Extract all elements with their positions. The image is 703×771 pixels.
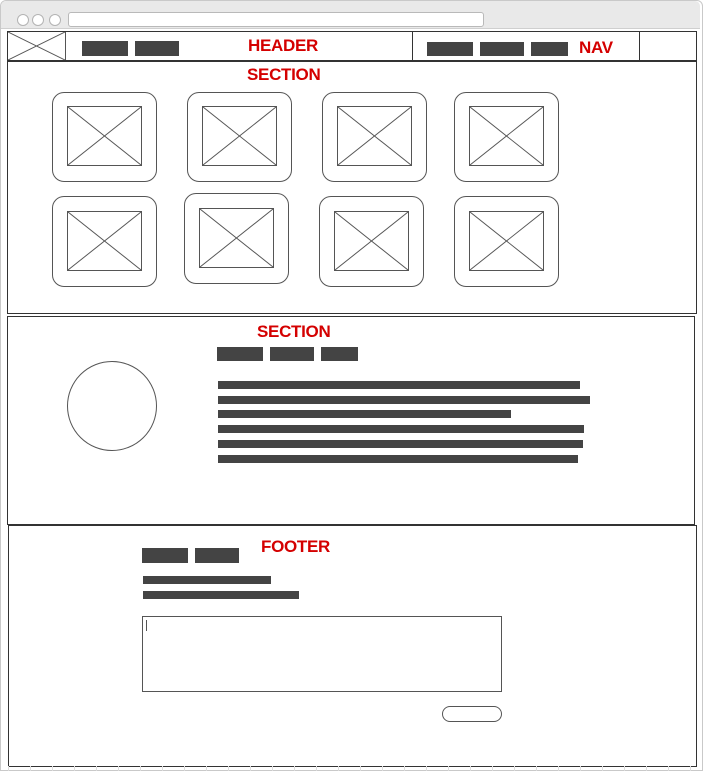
logo-placeholder-icon [8, 32, 66, 60]
image-placeholder-icon [199, 208, 274, 268]
text-line [218, 381, 580, 389]
footer-text-line [143, 576, 271, 584]
header-link-1[interactable] [82, 41, 128, 56]
footer-annotation: FOOTER [261, 537, 331, 556]
message-textarea[interactable] [142, 616, 502, 692]
image-placeholder-icon [202, 106, 277, 166]
footer-link-2[interactable] [195, 548, 239, 563]
profile-section-annotation: SECTION [257, 322, 331, 341]
submit-button[interactable] [442, 706, 502, 722]
image-placeholder-icon [469, 106, 544, 166]
nav-annotation: NAV [579, 38, 613, 57]
image-placeholder-icon [337, 106, 412, 166]
image-placeholder-icon [469, 211, 544, 271]
image-placeholder-icon [67, 106, 142, 166]
text-line [218, 410, 511, 418]
header-annotation: HEADER [248, 36, 318, 55]
image-placeholder-icon [67, 211, 142, 271]
profile-tab-1[interactable] [217, 347, 263, 361]
gallery-section-annotation: SECTION [247, 65, 321, 84]
footer-text-line [143, 591, 299, 599]
footer-link-1[interactable] [142, 548, 188, 563]
text-cursor [146, 620, 147, 631]
window-zoom-dot[interactable] [49, 14, 61, 26]
text-line [218, 455, 578, 463]
bottom-edge-ticks [8, 766, 697, 771]
nav-link-1[interactable] [427, 42, 473, 56]
text-line [218, 425, 584, 433]
text-line [218, 440, 583, 448]
nav-link-3[interactable] [531, 42, 568, 56]
image-placeholder-icon [334, 211, 409, 271]
address-bar[interactable] [68, 12, 484, 27]
avatar-circle [67, 361, 157, 451]
nav-link-2[interactable] [480, 42, 524, 56]
text-line [218, 396, 590, 404]
header-link-2[interactable] [135, 41, 179, 56]
profile-tab-3[interactable] [321, 347, 358, 361]
profile-tab-2[interactable] [270, 347, 314, 361]
window-minimize-dot[interactable] [32, 14, 44, 26]
window-close-dot[interactable] [17, 14, 29, 26]
